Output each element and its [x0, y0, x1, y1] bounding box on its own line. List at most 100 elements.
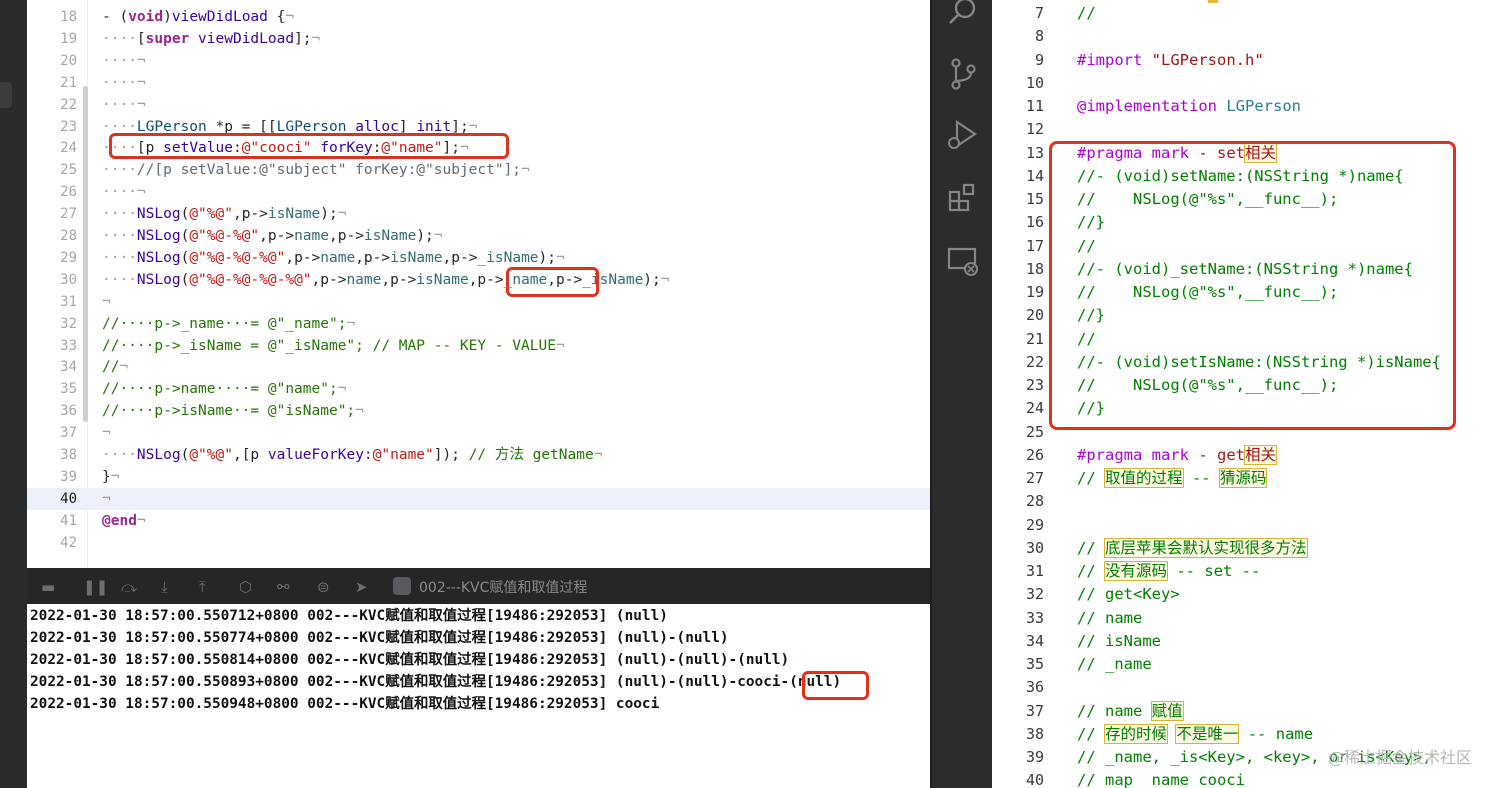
- scheme-icon: [393, 577, 411, 595]
- vscode-activity-bar: [930, 0, 992, 788]
- line-number: 19: [60, 30, 77, 47]
- code-text: // 存的时候 不是唯一 -- name: [1077, 723, 1314, 744]
- code-line[interactable]: 22 ····¬: [27, 94, 930, 116]
- step-over-icon[interactable]: ⤼: [121, 578, 137, 596]
- code-line[interactable]: 35 // _name: [992, 653, 1512, 676]
- code-line[interactable]: 27 // 取值的过程 -- 猜源码: [992, 467, 1512, 490]
- code-line[interactable]: 31 // 没有源码 -- set --: [992, 560, 1512, 583]
- code-line[interactable]: 8: [992, 25, 1512, 48]
- code-line[interactable]: 7 //: [992, 2, 1512, 25]
- code-line[interactable]: 12: [992, 118, 1512, 141]
- code-text: ¬: [102, 490, 111, 507]
- line-number: 40: [1025, 771, 1044, 788]
- code-line[interactable]: 40 ¬: [27, 487, 930, 510]
- code-line[interactable]: 26 #pragma mark - get相关: [992, 444, 1512, 467]
- code-text: // name: [1077, 608, 1143, 627]
- line-number: 12: [1025, 120, 1044, 139]
- code-line[interactable]: 36 //····p->isName··= @"isName";¬: [27, 400, 930, 422]
- line-number: 25: [1025, 422, 1044, 441]
- line-number: 32: [1025, 585, 1044, 604]
- code-text: @implementation LGPerson: [1077, 97, 1301, 115]
- pause-icon[interactable]: ❚❚: [83, 578, 108, 596]
- code-line[interactable]: 11 @implementation LGPerson: [992, 95, 1512, 118]
- vscode-editor[interactable]: 7 // 8 9 #import "LGPerson.h" 10 11 @implementa…: [992, 0, 1512, 788]
- code-line[interactable]: 40 // map _name cooci: [992, 769, 1512, 788]
- code-text: // 底层苹果会默认实现很多方法: [1077, 537, 1308, 558]
- code-line[interactable]: 26 ····¬: [27, 181, 930, 203]
- step-into-icon[interactable]: ⤓: [161, 578, 168, 596]
- debug-console[interactable]: 2022-01-30 18:57:00.550712+0800 002---KV…: [27, 604, 930, 788]
- line-number: 32: [60, 315, 77, 332]
- code-line[interactable]: 41 @end¬: [27, 510, 930, 532]
- code-line[interactable]: 37 // name 赋值: [992, 700, 1512, 723]
- code-text: ····NSLog(@"%@-%@-%@",p->name,p->isName,…: [102, 249, 565, 266]
- code-text: ····¬: [102, 184, 146, 201]
- code-line[interactable]: 39}¬: [27, 466, 930, 488]
- code-line[interactable]: 27 ····NSLog(@"%@",p->isName);¬: [27, 203, 930, 225]
- code-text: // 没有源码 -- set --: [1077, 561, 1261, 581]
- step-out-icon[interactable]: ⤒: [199, 578, 206, 596]
- line-number: 33: [60, 337, 77, 354]
- run-debug-icon[interactable]: [945, 117, 981, 153]
- code-line[interactable]: 29 ····NSLog(@"%@-%@-%@",p->name,p->isNam…: [27, 247, 930, 269]
- environment-overrides-icon[interactable]: ⊜: [317, 578, 330, 596]
- code-line[interactable]: 10: [992, 72, 1512, 95]
- code-text: // 取值的过程 -- 猜源码: [1077, 468, 1268, 488]
- code-text: ····¬: [102, 52, 146, 69]
- code-line[interactable]: 33 //····p->_isName = @"_isName"; // MAP …: [27, 335, 930, 357]
- line-number: 30: [60, 271, 77, 288]
- code-line[interactable]: 25 ····//[p setValue:@"subject" forKey:@"…: [27, 159, 930, 181]
- debug-scheme-label: 002---KVC赋值和取值过程: [419, 580, 588, 596]
- code-line[interactable]: 19 ····[super viewDidLoad];¬: [27, 28, 930, 50]
- line-number: 31: [60, 293, 77, 310]
- console-log-line: 2022-01-30 18:57:00.550774+0800 002---KV…: [30, 630, 729, 646]
- extensions-icon[interactable]: [945, 180, 981, 216]
- code-line[interactable]: 34 //¬: [27, 356, 930, 378]
- code-line[interactable]: 34 // isName: [992, 630, 1512, 653]
- code-line[interactable]: 9 #import "LGPerson.h": [992, 49, 1512, 72]
- memory-graph-icon[interactable]: ⚯: [277, 578, 290, 596]
- xcode-code-editor[interactable]: 18 - (void)viewDidLoad {¬ 19 ····[super vie…: [27, 0, 930, 568]
- code-text: ····¬: [102, 96, 146, 113]
- code-line[interactable]: 28 ····NSLog(@"%@-%@",p->name,p->isName);…: [27, 225, 930, 247]
- code-line[interactable]: 30 ····NSLog(@"%@-%@-%@-%@",p->name,p->is…: [27, 269, 930, 291]
- code-line[interactable]: 18 - (void)viewDidLoad {¬: [27, 6, 930, 28]
- breakpoints-toggle-icon[interactable]: ▬: [41, 578, 55, 596]
- code-line[interactable]: 29: [992, 514, 1512, 537]
- code-line[interactable]: 31 ¬: [27, 291, 930, 313]
- code-line[interactable]: 38 // 存的时候 不是唯一 -- name: [992, 723, 1512, 746]
- code-line[interactable]: 32 //····p->_name···= @"_name";¬: [27, 313, 930, 335]
- view-hierarchy-icon[interactable]: ⬡: [239, 578, 252, 596]
- navigator-handle[interactable]: [0, 82, 12, 108]
- code-text: //····p->_name···= @"_name";¬: [102, 315, 356, 332]
- code-text: ····NSLog(@"%@",[p valueForKey:@"name"])…: [102, 447, 603, 463]
- code-text: }¬: [102, 468, 120, 485]
- source-control-icon[interactable]: [945, 56, 981, 92]
- simulate-location-icon[interactable]: ➤: [355, 578, 368, 596]
- line-number: 29: [60, 249, 77, 266]
- code-line[interactable]: 38 ····NSLog(@"%@",[p valueForKey:@"name"…: [27, 444, 930, 466]
- code-line[interactable]: 42: [27, 532, 930, 554]
- code-line[interactable]: 20 ····¬: [27, 50, 930, 72]
- line-number: 36: [1025, 678, 1044, 697]
- line-number: 13: [1025, 143, 1044, 162]
- line-number: 23: [1025, 376, 1044, 394]
- line-number: 21: [1025, 329, 1044, 348]
- code-text: // name 赋值: [1077, 700, 1184, 721]
- code-line[interactable]: 30 // 底层苹果会默认实现很多方法: [992, 537, 1512, 560]
- code-line[interactable]: 36: [992, 676, 1512, 699]
- line-number: 28: [60, 228, 77, 244]
- line-number: 34: [60, 359, 77, 376]
- remote-explorer-icon[interactable]: [945, 243, 981, 279]
- line-number: 38: [1025, 724, 1044, 743]
- code-line[interactable]: 21 ····¬: [27, 72, 930, 94]
- search-icon[interactable]: [945, 0, 981, 30]
- line-number: 25: [60, 162, 77, 179]
- code-line[interactable]: 32 // get<Key>: [992, 583, 1512, 606]
- code-text: #pragma mark - get相关: [1077, 444, 1278, 465]
- line-number: 22: [1025, 352, 1044, 371]
- code-line[interactable]: 28: [992, 490, 1512, 513]
- code-line[interactable]: 37 ¬: [27, 422, 930, 444]
- code-line[interactable]: 35 //····p->name····= @"name";¬: [27, 378, 930, 400]
- code-line[interactable]: 33 // name: [992, 607, 1512, 630]
